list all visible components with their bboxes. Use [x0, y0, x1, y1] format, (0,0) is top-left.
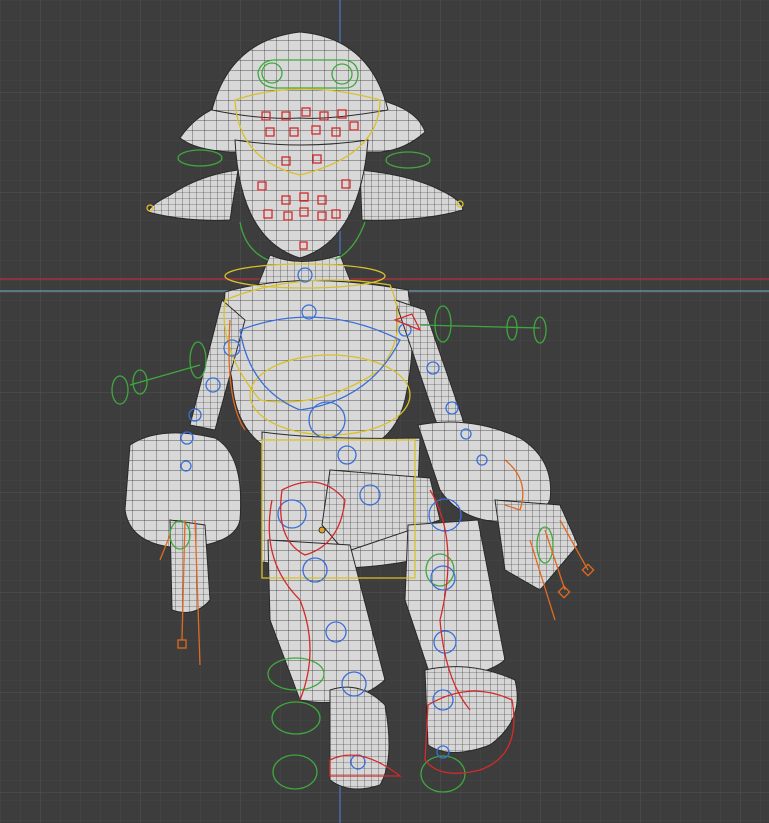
- object-origin-marker[interactable]: [318, 526, 326, 534]
- left-boot: [329, 686, 390, 790]
- 3d-viewport[interactable]: [0, 0, 769, 823]
